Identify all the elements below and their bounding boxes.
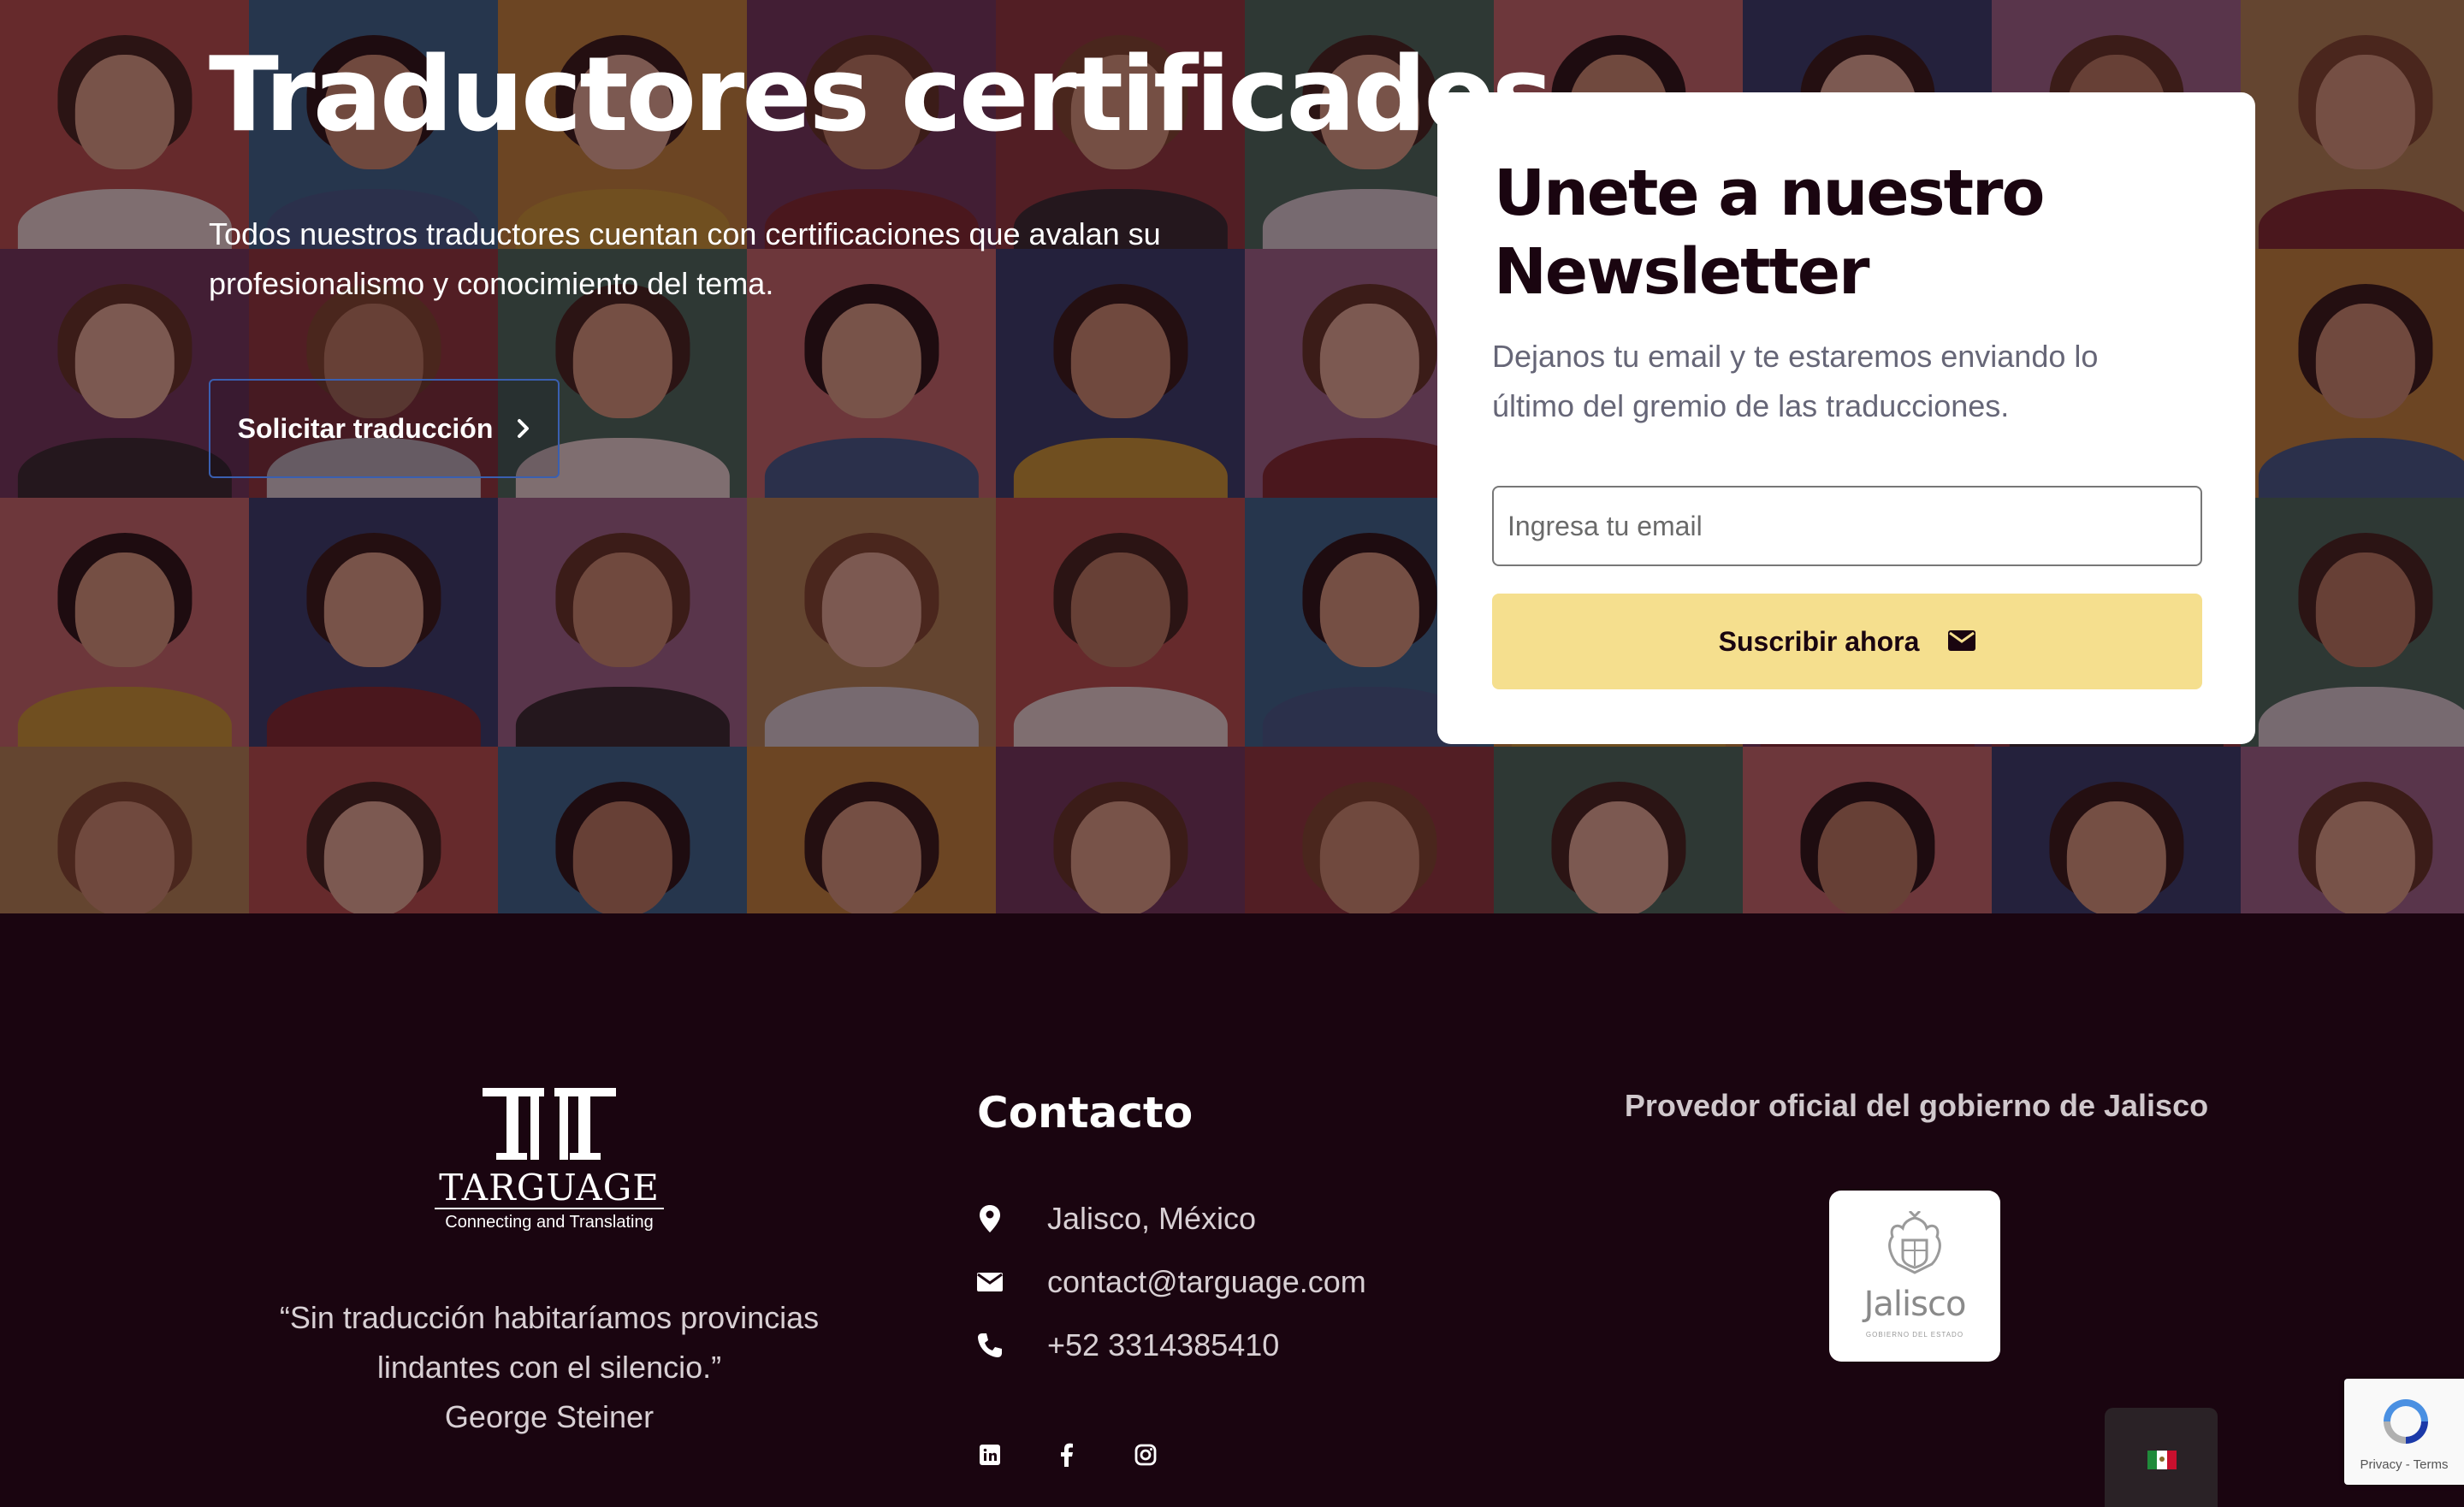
newsletter-title: Unete a nuestro Newsletter [1494,157,2045,309]
contact-phone[interactable]: +52 3314385410 [977,1324,1279,1367]
jalisco-government-badge[interactable]: Jalisco GOBIERNO DEL ESTADO [1829,1191,2000,1362]
location-text: Jalisco, México [1047,1201,1257,1236]
language-switcher[interactable] [2105,1408,2218,1507]
logo-divider [435,1208,664,1209]
newsletter-description: Dejanos tu email y te estaremos enviando… [1492,339,2099,423]
phone-icon [977,1330,1003,1361]
hero-description: Todos nuestros traductores cuentan con c… [209,216,1161,301]
logo-tagline: Connecting and Translating [445,1213,654,1232]
logo-wordmark: TARGUAGE [439,1167,660,1209]
quote-author: George Steiner [444,1399,654,1434]
envelope-icon [1948,626,1976,658]
email-link[interactable]: contact@targuage.com [1047,1264,1366,1300]
recaptcha-terms-link[interactable]: Privacy - Terms [2344,1457,2464,1472]
subscribe-label: Suscribir ahora [1718,625,1920,657]
email-input[interactable] [1492,486,2202,566]
linkedin-icon[interactable] [977,1442,1003,1468]
newsletter-card: Unete a nuestro Newsletter Dejanos tu em… [1437,92,2255,744]
quote-line: lindantes con el silencio.” [376,1350,722,1385]
recaptcha-icon [2384,1399,2428,1444]
jalisco-wordmark: Jalisco [1863,1285,1967,1324]
logo-mark-icon [483,1088,616,1160]
envelope-icon [977,1267,1003,1297]
mexico-flag-icon [2147,1451,2177,1469]
subscribe-button[interactable]: Suscribir ahora [1492,594,2202,689]
jalisco-seal-icon [1888,1211,1941,1274]
map-pin-icon [977,1203,1003,1234]
recaptcha-badge[interactable]: Privacy - Terms [2344,1379,2464,1485]
hero-section: Traductores certificados Todos nuestros … [0,0,2464,913]
request-translation-label: Solicitar traducción [237,412,494,444]
gov-provider-title: Provedor oficial del gobierno de Jalisco [1624,1088,2209,1123]
jalisco-subtext: GOBIERNO DEL ESTADO [1865,1331,1964,1339]
instagram-icon[interactable] [1133,1442,1158,1468]
request-translation-button[interactable]: Solicitar traducción [209,379,560,478]
hero-title: Traductores certificados [209,36,1553,155]
contact-location: Jalisco, México [977,1197,1256,1240]
chevron-right-icon [517,413,530,444]
targuage-logo[interactable]: TARGUAGE Connecting and Translating [435,1088,664,1238]
footer-quote: “Sin traducción habitaríamos provincias … [240,1293,859,1442]
facebook-icon[interactable] [1054,1442,1080,1468]
phone-link[interactable]: +52 3314385410 [1047,1327,1279,1363]
quote-line: “Sin traducción habitaríamos provincias [279,1300,820,1335]
contact-title: Contacto [977,1088,1194,1138]
contact-email[interactable]: contact@targuage.com [977,1261,1366,1303]
